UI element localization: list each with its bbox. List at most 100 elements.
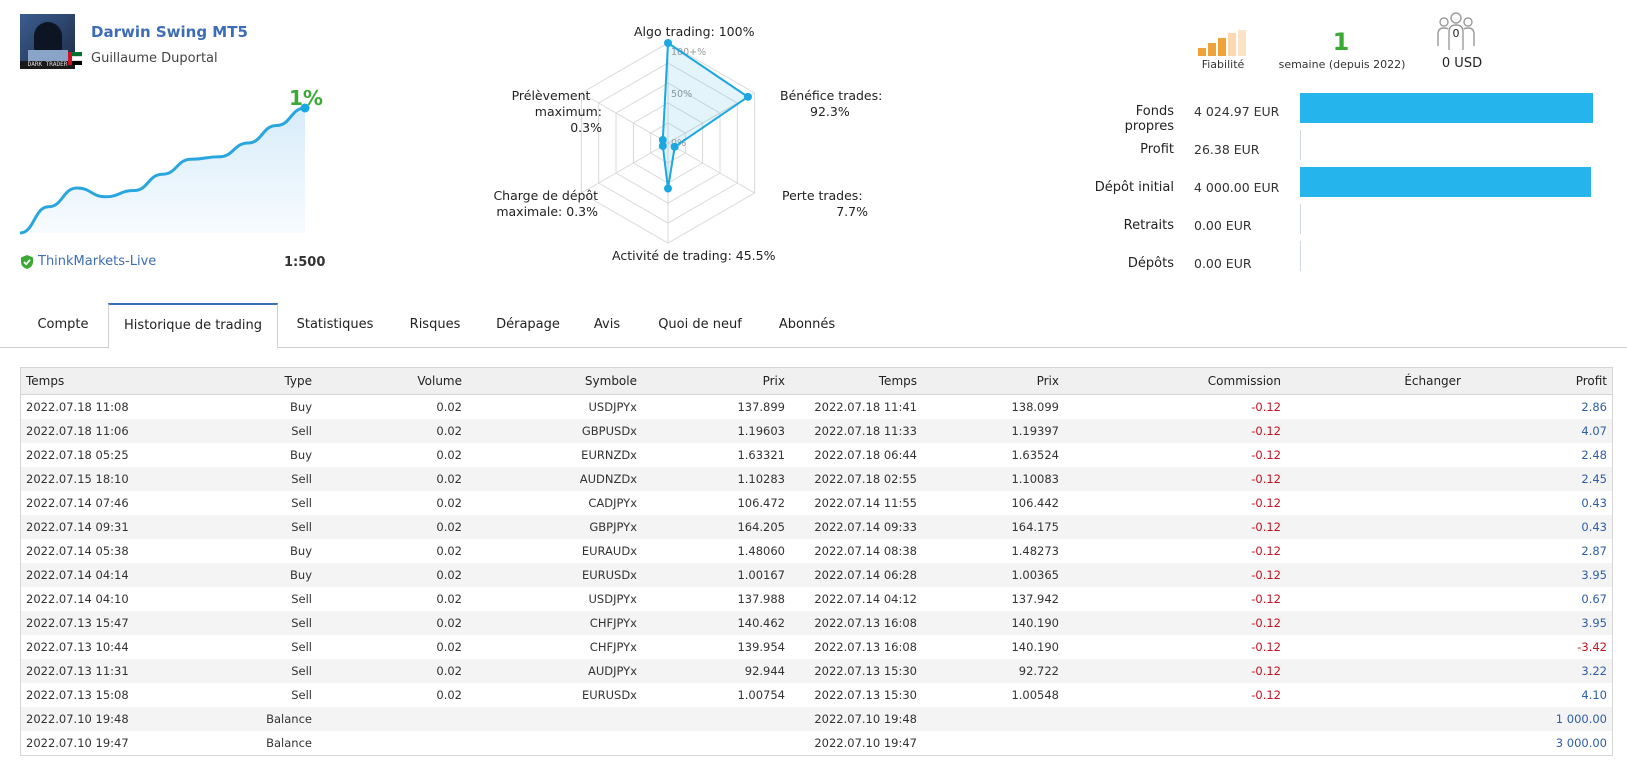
subscription-price: 0 USD [1441,56,1483,71]
finance-label-profit: Profit [1140,142,1174,157]
finance-value-initial-deposit: 4 000.00 EUR [1194,180,1280,195]
cell-open-price: 1.10283 [642,467,790,491]
cell-close-time: 2022.07.10 19:47 [814,736,917,750]
subscribers-icon[interactable]: 0 [1435,12,1477,52]
tab-statistics[interactable]: Statistiques [284,303,386,347]
signal-avatar[interactable]: DARK TRADER [20,14,75,69]
col-header-commission[interactable]: Commission [1064,368,1286,395]
cell-symbol: EURUSDx [467,563,642,587]
cell-type: Sell [181,611,317,635]
finance-value-profit: 26.38 EUR [1194,142,1260,157]
table-row[interactable]: 2022.07.14 05:38 Buy 0.02 EURAUDx 1.48060 202… [21,539,1612,563]
col-header-close-time[interactable]: Temps [790,368,922,395]
growth-endpoint [300,103,310,113]
tab-reviews[interactable]: Avis [582,303,632,347]
cell-close-price: 137.942 [1011,592,1059,606]
table-row[interactable]: 2022.07.15 18:10 Sell 0.02 AUDNZDx 1.10283 20… [21,467,1612,491]
col-header-symbol[interactable]: Symbole [467,368,642,395]
cell-type: Balance [266,736,312,750]
cell-profit: 2.87 [1581,544,1607,558]
table-row[interactable]: 2022.07.13 15:47 Sell 0.02 CHFJPYx 140.462 20… [21,611,1612,635]
cell-close-time: 2022.07.18 11:33 [790,419,922,443]
cell-open-time: 2022.07.15 18:10 [21,467,181,491]
table-row[interactable]: 2022.07.13 11:31 Sell 0.02 AUDJPYx 92.944 202… [21,659,1612,683]
reliability-bars-icon[interactable] [1198,30,1248,56]
cell-close-time: 2022.07.14 11:55 [814,496,917,510]
cell-close-price: 1.63524 [1011,448,1059,462]
radar-label-activity: Activité de trading: 45.5% [612,248,776,263]
cell-volume: 0.02 [436,688,462,702]
cell-symbol: EURAUDx [581,544,637,558]
cell-open-time: 2022.07.18 11:08 [26,400,129,414]
table-row[interactable]: 2022.07.10 19:48 Balance 2022.07.10 19:48 1… [21,707,1612,731]
cell-open-price [642,707,790,731]
radar-label-profit-trades-title: Bénéfice trades: [780,88,883,103]
cell-profit: 4.07 [1466,419,1612,443]
cell-open-price: 92.944 [642,659,790,683]
cell-swap [1286,443,1466,467]
broker-link[interactable]: ThinkMarkets-Live [20,254,156,269]
radar-label-deposit-load: Charge de dépôt maximale: 0.3% [490,188,598,220]
cell-commission: -0.12 [1064,515,1286,539]
radar-axis [581,142,669,194]
table-row[interactable]: 2022.07.14 07:46 Sell 0.02 CADJPYx 106.472 20… [21,491,1612,515]
cell-type: Balance [181,707,317,731]
cell-type: Sell [291,688,312,702]
leverage: 1:500 [284,255,326,270]
weeks-count: 1 [1332,28,1350,56]
table-row[interactable]: 2022.07.18 05:25 Buy 0.02 EURNZDx 1.63321 202… [21,443,1612,467]
cell-open-price: 139.954 [737,640,785,654]
cell-commission: -0.12 [1251,640,1281,654]
finance-bar [1300,204,1301,234]
tab-risks[interactable]: Risques [398,303,472,347]
cell-open-time: 2022.07.14 05:38 [26,544,129,558]
col-header-type[interactable]: Type [181,368,317,395]
cell-symbol: CHFJPYx [589,640,637,654]
cell-commission: -0.12 [1064,659,1286,683]
col-header-open-price[interactable]: Prix [642,368,790,395]
cell-profit: 3.22 [1466,659,1612,683]
table-row[interactable]: 2022.07.14 04:10 Sell 0.02 USDJPYx 137.988 20… [21,587,1612,611]
table-row[interactable]: 2022.07.14 09:31 Sell 0.02 GBPJPYx 164.205 20… [21,515,1612,539]
cell-symbol: CADJPYx [588,496,637,510]
radar-label-loss-trades-value: 7.7% [836,204,868,219]
table-row[interactable]: 2022.07.18 11:08 Buy 0.02 USDJPYx 137.899 202… [21,395,1612,420]
cell-commission: -0.12 [1251,688,1281,702]
cell-volume [317,707,467,731]
signal-author[interactable]: Guillaume Duportal [91,51,218,66]
cell-swap [1286,683,1466,707]
cell-close-time: 2022.07.13 15:30 [814,688,917,702]
table-row[interactable]: 2022.07.13 15:08 Sell 0.02 EURUSDx 1.00754 20… [21,683,1612,707]
table-row[interactable]: 2022.07.18 11:06 Sell 0.02 GBPUSDx 1.19603 20… [21,419,1612,443]
cell-swap [1286,731,1466,755]
col-header-open-time[interactable]: Temps [21,368,181,395]
tab-account[interactable]: Compte [22,303,104,347]
table-row[interactable]: 2022.07.10 19:47 Balance 2022.07.10 19:47 3… [21,731,1612,755]
radar-label-drawdown: Prélèvement maximum: 0.3% [500,88,602,136]
signal-title[interactable]: Darwin Swing MT5 [91,23,248,41]
col-header-close-price[interactable]: Prix [922,368,1064,395]
cell-symbol: USDJPYx [588,400,637,414]
finance-label-initial-deposit: Dépôt initial [1094,180,1174,195]
col-header-profit[interactable]: Profit [1466,368,1612,395]
cell-open-price [642,731,790,755]
cell-open-price: 140.462 [642,611,790,635]
cell-open-time: 2022.07.14 04:10 [26,592,129,606]
table-row[interactable]: 2022.07.14 04:14 Buy 0.02 EURUSDx 1.00167 202… [21,563,1612,587]
cell-commission: -0.12 [1251,448,1281,462]
radar-label-deposit-load-value: maximale: 0.3% [496,204,598,219]
tab-slippage[interactable]: Dérapage [486,303,570,347]
cell-close-time: 2022.07.18 06:44 [814,448,917,462]
cell-profit: 2.48 [1581,448,1607,462]
cell-volume: 0.02 [317,419,467,443]
col-header-swap[interactable]: Échanger [1286,368,1466,395]
cell-symbol: AUDNZDx [467,467,642,491]
tab-news[interactable]: Quoi de neuf [646,303,754,347]
table-row[interactable]: 2022.07.13 10:44 Sell 0.02 CHFJPYx 139.954 20… [21,635,1612,659]
col-header-volume[interactable]: Volume [317,368,467,395]
weeks-label: semaine (depuis 2022) [1278,58,1406,71]
tab-trading-history[interactable]: Historique de trading [108,303,278,349]
tab-subscribers[interactable]: Abonnés [766,303,848,347]
cell-open-time: 2022.07.14 04:14 [21,563,181,587]
cell-close-time: 2022.07.14 06:28 [790,563,922,587]
